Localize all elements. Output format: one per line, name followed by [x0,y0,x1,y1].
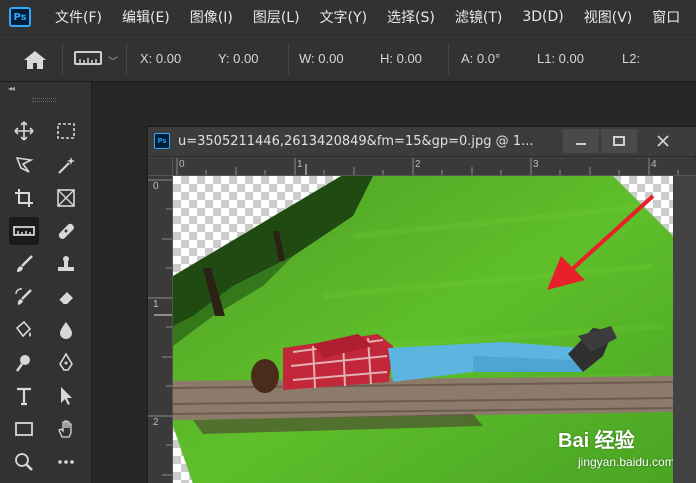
menu-edit[interactable]: 编辑(E) [112,7,180,27]
document-titlebar[interactable]: Ps u=3505211446,2613420849&fm=15&gp=0.jp… [148,127,696,157]
move-icon[interactable] [9,117,39,145]
y-readout: Y: 0.00 [218,51,259,66]
menu-filter[interactable]: 滤镜(T) [445,7,512,27]
rectangle-icon[interactable] [9,415,39,443]
paint-bucket-icon[interactable] [9,316,39,344]
baidu-watermark: Bai 经验 [558,430,635,452]
healing-brush-icon[interactable] [51,217,81,245]
panel-grip[interactable] [32,98,56,102]
horizontal-ruler[interactable]: 0 1 2 3 4 [173,158,696,176]
pen-icon[interactable] [51,349,81,377]
collapse-panel-icon[interactable]: ◂◂ [8,84,15,93]
l1-readout: L1: 0.00 [537,51,584,66]
angle-readout: A: 0.0° [461,51,501,66]
clone-stamp-icon[interactable] [51,250,81,278]
menu-view[interactable]: 视图(V) [574,7,643,27]
ruler-label: 1 [153,299,159,310]
menu-layer[interactable]: 图层(L) [243,7,310,27]
menu-image[interactable]: 图像(I) [180,7,243,27]
hand-icon[interactable] [51,415,81,443]
menu-type[interactable]: 文字(Y) [310,7,377,27]
menu-3d[interactable]: 3D(D) [512,9,573,25]
ruler-label: 2 [415,159,421,170]
crop-icon[interactable] [9,184,39,212]
vertical-ruler[interactable]: 0 1 2 [148,176,173,483]
options-divider [288,43,289,75]
more-tools-icon[interactable] [51,448,81,476]
options-divider [448,43,449,75]
baidu-watermark-url: jingyan.baidu.com [578,455,673,469]
ruler-label: 2 [153,417,159,428]
ruler-label: 0 [153,181,159,192]
tools-panel: ◂◂ [0,82,92,483]
menu-file[interactable]: 文件(F) [45,7,112,27]
ruler-label: 1 [297,159,303,170]
options-divider [62,43,63,75]
zoom-icon[interactable] [9,448,39,476]
frame-icon[interactable] [51,184,81,212]
photoshop-logo[interactable]: Ps [9,7,31,27]
ruler-origin[interactable] [148,158,173,176]
options-divider [126,43,127,75]
close-button[interactable] [645,129,681,153]
menu-bar: Ps 文件(F) 编辑(E) 图像(I) 图层(L) 文字(Y) 选择(S) 滤… [0,0,696,34]
maximize-button[interactable] [601,129,637,153]
x-readout: X: 0.00 [140,51,182,66]
vertical-scrollbar[interactable] [673,176,696,483]
minimize-button[interactable] [563,129,599,153]
blur-icon[interactable] [51,316,81,344]
eraser-icon[interactable] [51,283,81,311]
marquee-icon[interactable] [51,117,81,145]
document-canvas[interactable]: Bai 经验 jingyan.baidu.com [173,176,673,483]
options-bar: ﹀ X: 0.00 Y: 0.00 W: 0.00 H: 0.00 A: 0.0… [0,34,696,82]
w-readout: W: 0.00 [299,51,344,66]
ruler-label: 4 [651,159,657,170]
path-selection-icon[interactable] [51,382,81,410]
ruler-icon[interactable] [9,217,39,245]
document-title: u=3505211446,2613420849&fm=15&gp=0.jpg @… [178,134,534,149]
magic-wand-icon[interactable] [51,151,81,179]
menu-select[interactable]: 选择(S) [377,7,445,27]
ruler-label: 3 [533,159,539,170]
lasso-icon[interactable] [9,151,39,179]
ruler-preset-icon[interactable] [74,51,102,65]
type-icon[interactable] [9,382,39,410]
home-icon[interactable] [22,48,48,72]
chevron-down-icon[interactable]: ﹀ [108,53,118,68]
ruler-label: 0 [179,159,185,170]
photoshop-doc-icon: Ps [154,133,170,149]
history-brush-icon[interactable] [9,283,39,311]
vertical-ruler-ticks [148,179,172,476]
menu-window[interactable]: 窗口 [642,7,690,27]
document-window: Ps u=3505211446,2613420849&fm=15&gp=0.jp… [147,126,696,483]
brush-icon[interactable] [9,250,39,278]
h-readout: H: 0.00 [380,51,422,66]
l2-readout: L2: [622,51,641,66]
horizontal-ruler-ticks [176,158,679,175]
dodge-icon[interactable] [9,349,39,377]
